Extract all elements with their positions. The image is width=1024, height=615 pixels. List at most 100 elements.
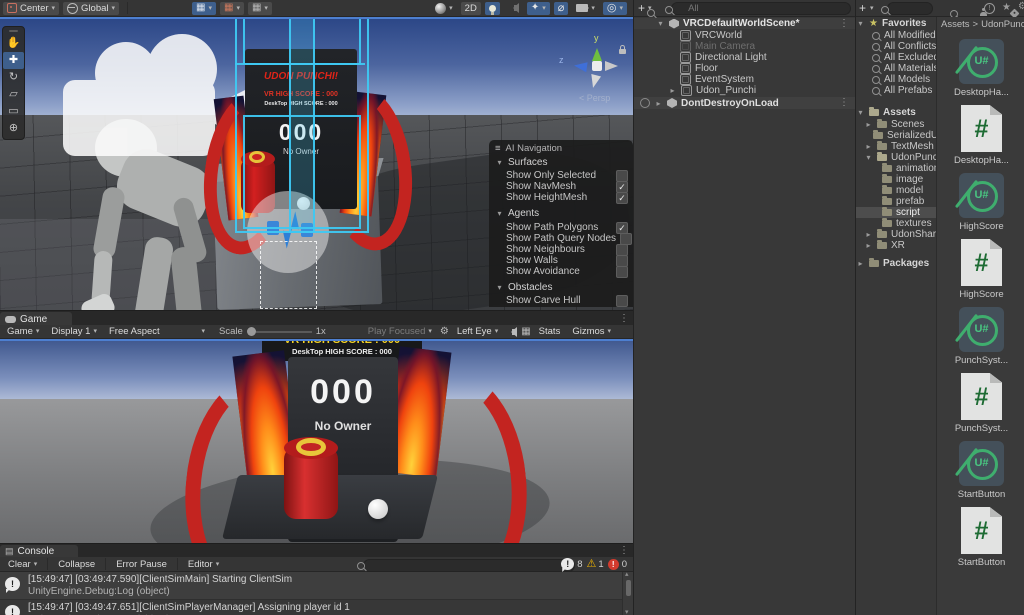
foldout-icon[interactable]: ▸ bbox=[654, 99, 663, 108]
clear-button[interactable]: Clear ▾ bbox=[4, 558, 41, 571]
console-search[interactable] bbox=[352, 559, 575, 572]
error-pause-button[interactable]: Error Pause bbox=[112, 558, 171, 571]
game-viewport[interactable]: VR HIGH SCORE : 000 DeskTop HIGH SCORE :… bbox=[0, 341, 633, 543]
favorites-header[interactable]: ▾ ★ Favorites bbox=[856, 18, 936, 29]
checkbox[interactable]: ✓ bbox=[616, 191, 628, 204]
checkbox[interactable]: ✓ bbox=[616, 221, 628, 234]
section-agents[interactable]: ▾ Agents bbox=[495, 208, 539, 219]
dontdestroy-scene-row[interactable]: ▸ DontDestroyOnLoad ⋮ bbox=[634, 97, 855, 109]
hierarchy-item[interactable]: VRCWorld bbox=[634, 30, 855, 41]
gizmos-toggle-button[interactable]: ◎ ▾ bbox=[602, 1, 627, 15]
folder-row[interactable]: ▸ UdonSharp bbox=[864, 229, 942, 240]
log-entry[interactable]: ! [15:49:47] [03:49:47.651][ClientSimPla… bbox=[0, 600, 622, 615]
overlay-header[interactable]: ≡ AI Navigation bbox=[495, 143, 562, 154]
alert-icon[interactable]: ! bbox=[984, 3, 995, 14]
stats-button[interactable]: Stats bbox=[535, 325, 565, 338]
hierarchy-item[interactable]: Floor bbox=[634, 63, 855, 74]
vsync-grid-icon[interactable]: ▦ bbox=[521, 326, 530, 337]
scroll-up-icon[interactable]: ▴ bbox=[625, 572, 629, 578]
folder-row[interactable]: textures bbox=[882, 218, 936, 229]
console-search-input[interactable] bbox=[362, 559, 575, 572]
foldout-icon[interactable]: ▾ bbox=[856, 108, 865, 117]
foldout-icon[interactable]: ▾ bbox=[656, 19, 665, 28]
folder-row[interactable]: model bbox=[882, 185, 936, 196]
log-entry[interactable]: ! [15:49:47] [03:49:47.590][ClientSimMai… bbox=[0, 572, 622, 600]
y-axis-cone[interactable] bbox=[592, 43, 602, 61]
kebab-menu-icon[interactable]: ⋮ bbox=[839, 18, 849, 29]
console-scrollbar[interactable]: ▴ ▾ bbox=[622, 572, 633, 615]
folder-row-selected[interactable]: script bbox=[856, 207, 936, 218]
hierarchy-item[interactable]: ▸ Udon_Punchi bbox=[634, 85, 855, 96]
checkbox[interactable] bbox=[616, 294, 628, 307]
warning-count-badge[interactable]: ⚠ 1 bbox=[587, 558, 604, 570]
folder-row[interactable]: image bbox=[882, 174, 936, 185]
projection-label[interactable]: < Persp bbox=[579, 93, 610, 103]
visibility-eye-icon[interactable] bbox=[640, 98, 650, 108]
checkbox[interactable] bbox=[616, 265, 628, 278]
foldout-icon[interactable]: ▾ bbox=[864, 153, 873, 162]
foldout-icon[interactable]: ▸ bbox=[864, 230, 873, 239]
chevron-down-icon[interactable]: ▾ bbox=[870, 5, 874, 12]
axis-cone[interactable] bbox=[586, 74, 602, 94]
settings-gear-icon[interactable]: ⚙ bbox=[1018, 2, 1024, 12]
packages-root-row[interactable]: ▸ Packages bbox=[856, 258, 936, 269]
favorite-item[interactable]: All Materials bbox=[872, 63, 942, 74]
orientation-gizmo[interactable]: y z < Persp bbox=[559, 33, 627, 107]
folder-row[interactable]: SerializedU bbox=[873, 130, 938, 141]
pivot-mode-button[interactable]: Center ▾ bbox=[3, 1, 60, 15]
assets-root-row[interactable]: ▾ Assets bbox=[856, 107, 936, 118]
folder-row[interactable]: ▸ TextMesh P bbox=[864, 141, 943, 152]
move-tool-button[interactable]: ✚ bbox=[3, 52, 24, 69]
hierarchy-item-disabled[interactable]: Main Camera bbox=[634, 41, 855, 52]
folder-row[interactable]: animation bbox=[882, 163, 939, 174]
project-search-input[interactable] bbox=[887, 2, 934, 15]
slider-track[interactable] bbox=[255, 330, 312, 333]
folder-row[interactable]: ▸ Scenes bbox=[864, 119, 936, 130]
display-target-button[interactable]: Game ▾ bbox=[3, 325, 43, 338]
favorite-item[interactable]: All Prefabs bbox=[872, 85, 942, 96]
editor-button[interactable]: Editor ▾ bbox=[184, 558, 223, 571]
folder-row[interactable]: prefab bbox=[882, 196, 936, 207]
grid-snap-button[interactable]: ▦ ▾ bbox=[219, 1, 244, 15]
vr-eye-button[interactable]: Left Eye ▾ bbox=[453, 325, 502, 338]
checkbox[interactable] bbox=[620, 232, 633, 245]
breadcrumb-current[interactable]: UdonPunchi bbox=[981, 19, 1024, 30]
create-button[interactable]: + bbox=[638, 1, 645, 15]
shading-mode-button[interactable]: ▾ bbox=[431, 2, 457, 15]
project-search[interactable] bbox=[876, 2, 934, 15]
foldout-icon[interactable]: ▸ bbox=[864, 142, 873, 151]
orientation-mode-button[interactable]: Global ▾ bbox=[63, 1, 120, 15]
z-axis-cone[interactable] bbox=[568, 59, 588, 73]
hierarchy-search-input[interactable] bbox=[671, 2, 852, 15]
scene-viewport[interactable]: UDON PUNCHI! VR HIGH SCORE : 000 DeskTop… bbox=[0, 19, 633, 310]
punch-machine-scene[interactable]: UDON PUNCHI! VR HIGH SCORE : 000 DeskTop… bbox=[193, 19, 423, 310]
checkbox[interactable] bbox=[616, 169, 628, 182]
create-button[interactable]: + bbox=[859, 1, 866, 15]
section-obstacles[interactable]: ▾ Obstacles bbox=[495, 282, 552, 293]
scene-effects-button[interactable]: ✦ ▾ bbox=[526, 1, 550, 15]
drag-handle[interactable] bbox=[9, 30, 18, 32]
play-focused-button[interactable]: Play Focused ▾ bbox=[364, 325, 436, 338]
section-surfaces[interactable]: ▾ Surfaces bbox=[495, 157, 547, 168]
scrollbar-thumb[interactable] bbox=[626, 580, 631, 596]
checkbox[interactable] bbox=[616, 243, 628, 256]
transform-tool-button[interactable]: ⊕ bbox=[3, 120, 24, 137]
search-window-icon[interactable] bbox=[646, 9, 655, 17]
slider-knob[interactable] bbox=[246, 327, 256, 336]
scene-visibility-button[interactable]: ⌀ bbox=[553, 1, 569, 15]
favorite-item[interactable]: All Conflicts bbox=[872, 41, 942, 52]
mute-audio-icon[interactable] bbox=[506, 326, 518, 337]
checkbox[interactable] bbox=[616, 254, 628, 267]
aspect-ratio-button[interactable]: Free Aspect ▾ bbox=[105, 325, 209, 338]
scene-lighting-button[interactable] bbox=[484, 1, 500, 15]
grid-visibility-button[interactable]: ▦ ▾ bbox=[192, 1, 216, 15]
foldout-icon[interactable]: ▸ bbox=[864, 241, 873, 250]
log-count-badge[interactable]: ! 8 bbox=[561, 558, 583, 570]
error-count-badge[interactable]: ! 0 bbox=[607, 558, 627, 570]
folder-row[interactable]: ▸ XR bbox=[864, 240, 936, 251]
folder-row[interactable]: ▾ UdonPunch bbox=[864, 152, 943, 163]
view-tool-button[interactable]: ✋ bbox=[3, 35, 24, 52]
scroll-down-icon[interactable]: ▾ bbox=[625, 608, 629, 615]
foldout-icon[interactable]: ▾ bbox=[856, 19, 865, 28]
rect-tool-button[interactable]: ▭ bbox=[3, 103, 24, 120]
